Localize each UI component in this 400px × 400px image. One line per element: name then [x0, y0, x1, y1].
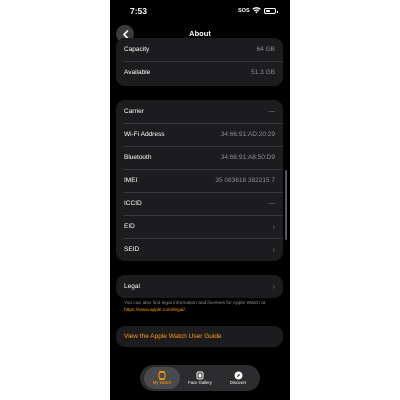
watch-icon	[158, 370, 166, 380]
iccid-row: ICCID —	[116, 192, 283, 215]
page-title: About	[189, 29, 211, 38]
tab-bar: My Watch Face Gallery Discover	[140, 365, 260, 391]
storage-card: Capacity 64 GB Available 51.3 GB	[116, 38, 283, 86]
imei-row: IMEI 35 083618 382215 7	[116, 169, 283, 192]
legal-label: Legal	[124, 283, 140, 290]
bluetooth-value: 34:66:91:A8:50:D9	[220, 154, 275, 161]
chevron-right-icon: ›	[272, 245, 275, 254]
wifi-address-value: 34:66:91:AD:20:29	[220, 131, 275, 138]
legal-card: Legal ›	[116, 275, 283, 298]
device-info-card: Carrier — Wi-Fi Address 34:66:91:AD:20:2…	[116, 100, 283, 261]
legal-link[interactable]: https://www.apple.com/legal/	[124, 308, 185, 313]
available-value: 51.3 GB	[251, 69, 275, 76]
wifi-address-label: Wi-Fi Address	[124, 131, 165, 138]
bluetooth-row: Bluetooth 34:66:91:A8:50:D9	[116, 146, 283, 169]
tab-label: Discover	[229, 379, 247, 385]
wifi-icon	[252, 7, 261, 14]
tab-discover[interactable]: Discover	[220, 367, 256, 389]
chevron-right-icon: ›	[272, 282, 275, 291]
tab-label: Face Gallery	[188, 379, 212, 385]
bluetooth-label: Bluetooth	[124, 154, 152, 161]
wifi-address-row: Wi-Fi Address 34:66:91:AD:20:29	[116, 123, 283, 146]
capacity-value: 64 GB	[256, 46, 275, 53]
legal-footnote-text: You can also find legal information and …	[124, 301, 266, 306]
carrier-row: Carrier —	[116, 100, 283, 123]
face-gallery-icon	[196, 371, 204, 379]
tab-my-watch[interactable]: My Watch	[144, 367, 180, 389]
iccid-label: ICCID	[124, 200, 142, 207]
capacity-row: Capacity 64 GB	[116, 38, 283, 61]
status-bar: 7:53 SOS	[110, 0, 290, 24]
capacity-label: Capacity	[124, 46, 150, 53]
battery-icon	[264, 8, 278, 14]
scroll-indicator[interactable]	[285, 170, 287, 240]
chevron-right-icon: ›	[272, 222, 275, 231]
legal-row[interactable]: Legal ›	[116, 275, 283, 298]
tab-label: My Watch	[152, 379, 172, 385]
carrier-label: Carrier	[124, 108, 144, 115]
sos-indicator: SOS	[238, 8, 250, 14]
seid-label: SEID	[124, 246, 140, 253]
available-label: Available	[124, 69, 151, 76]
user-guide-link[interactable]: View the Apple Watch User Guide	[124, 333, 222, 340]
eid-row[interactable]: EID ›	[116, 215, 283, 238]
imei-label: IMEI	[124, 177, 138, 184]
carrier-value: —	[268, 108, 276, 115]
eid-label: EID	[124, 223, 135, 230]
status-time: 7:53	[130, 6, 148, 16]
iccid-value: —	[268, 200, 276, 207]
phone-screen: 7:53 SOS About Capacity 64 GB Available …	[110, 0, 290, 400]
user-guide-card[interactable]: View the Apple Watch User Guide	[116, 326, 283, 347]
tab-face-gallery[interactable]: Face Gallery	[182, 367, 218, 389]
available-row: Available 51.3 GB	[116, 61, 283, 84]
imei-value: 35 083618 382215 7	[215, 177, 275, 184]
seid-row[interactable]: SEID ›	[116, 238, 283, 261]
legal-footnote: You can also find legal information and …	[124, 300, 274, 314]
compass-icon	[234, 371, 242, 379]
legal-footnote-end: .	[184, 308, 187, 313]
